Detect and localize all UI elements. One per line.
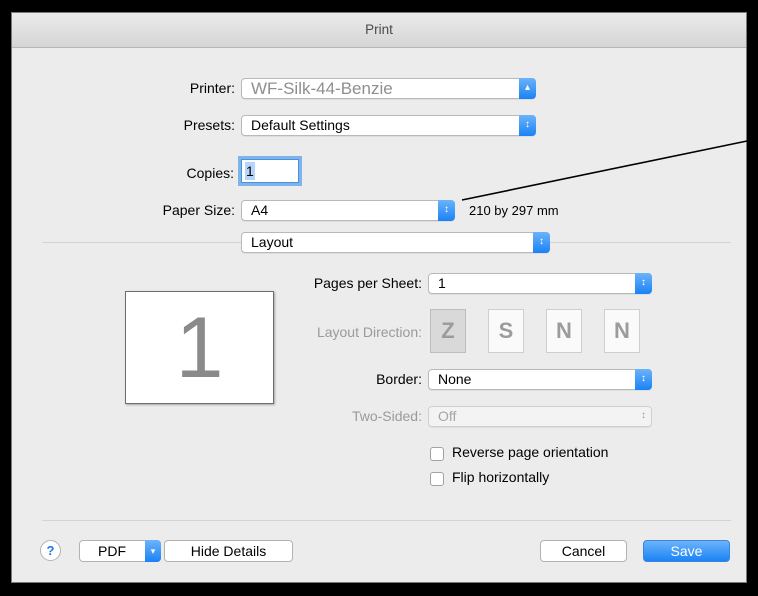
footer-separator: [42, 520, 731, 521]
presets-value: Default Settings: [251, 117, 350, 133]
updown-chevron-icon: ↕: [635, 369, 652, 390]
save-button[interactable]: Save: [643, 540, 730, 562]
layout-direction-s-icon[interactable]: S: [488, 309, 524, 353]
printer-value: WF-Silk-44-Benzie: [251, 79, 393, 98]
window-title: Print: [12, 13, 746, 48]
copies-field[interactable]: 1: [241, 159, 299, 183]
layout-direction-z-icon[interactable]: Z: [430, 309, 466, 353]
updown-chevron-icon: ↕: [533, 232, 550, 253]
pdf-menu-button[interactable]: PDF ▾: [79, 540, 161, 562]
two-sided-popup[interactable]: Off ↕: [428, 406, 652, 427]
border-label: Border:: [376, 371, 422, 387]
border-popup[interactable]: None ↕: [428, 369, 652, 390]
copies-value: 1: [245, 162, 255, 180]
section-popup[interactable]: Layout ↕: [241, 232, 550, 253]
paper-size-label: Paper Size:: [162, 202, 235, 218]
two-sided-value: Off: [438, 408, 457, 424]
pdf-label: PDF: [98, 543, 126, 559]
reverse-orientation-label: Reverse page orientation: [452, 444, 609, 460]
paper-dimensions: 210 by 297 mm: [469, 203, 559, 218]
paper-size-popup[interactable]: A4 ↕: [241, 200, 455, 221]
printer-label: Printer:: [189, 80, 235, 96]
hide-details-button[interactable]: Hide Details: [164, 540, 293, 562]
updown-chevron-icon: ↕: [635, 273, 652, 294]
presets-label: Presets:: [183, 117, 235, 133]
layout-direction-label: Layout Direction:: [316, 324, 422, 340]
border-value: None: [438, 371, 472, 387]
updown-chevron-icon: ↕: [641, 410, 646, 421]
updown-chevron-icon: ↕: [519, 115, 536, 136]
layout-direction-mirror-n-icon[interactable]: N: [604, 309, 640, 353]
paper-size-value: A4: [251, 202, 269, 218]
two-sided-label: Two-Sided:: [351, 408, 422, 424]
print-dialog: Print Printer: WF-Silk-44-Benzie ▴ Prese…: [11, 12, 747, 583]
cancel-button[interactable]: Cancel: [540, 540, 627, 562]
flip-horizontally-label: Flip horizontally: [452, 469, 550, 485]
pages-per-sheet-label: Pages per Sheet:: [313, 275, 422, 291]
reverse-orientation-checkbox[interactable]: [430, 447, 444, 461]
pages-per-sheet-popup[interactable]: 1 ↕: [428, 273, 652, 294]
printer-popup[interactable]: WF-Silk-44-Benzie ▴: [241, 78, 536, 99]
chevron-down-icon: ▾: [145, 540, 161, 562]
help-button[interactable]: ?: [40, 540, 61, 561]
pages-per-sheet-value: 1: [438, 275, 446, 291]
layout-direction-n-icon[interactable]: N: [546, 309, 582, 353]
presets-popup[interactable]: Default Settings ↕: [241, 115, 536, 136]
updown-chevron-icon: ↕: [438, 200, 455, 221]
flip-horizontally-checkbox[interactable]: [430, 472, 444, 486]
section-value: Layout: [251, 234, 294, 250]
page-preview: 1: [125, 291, 274, 404]
copies-label: Copies:: [186, 165, 234, 181]
updown-chevron-icon: ▴: [519, 78, 536, 99]
